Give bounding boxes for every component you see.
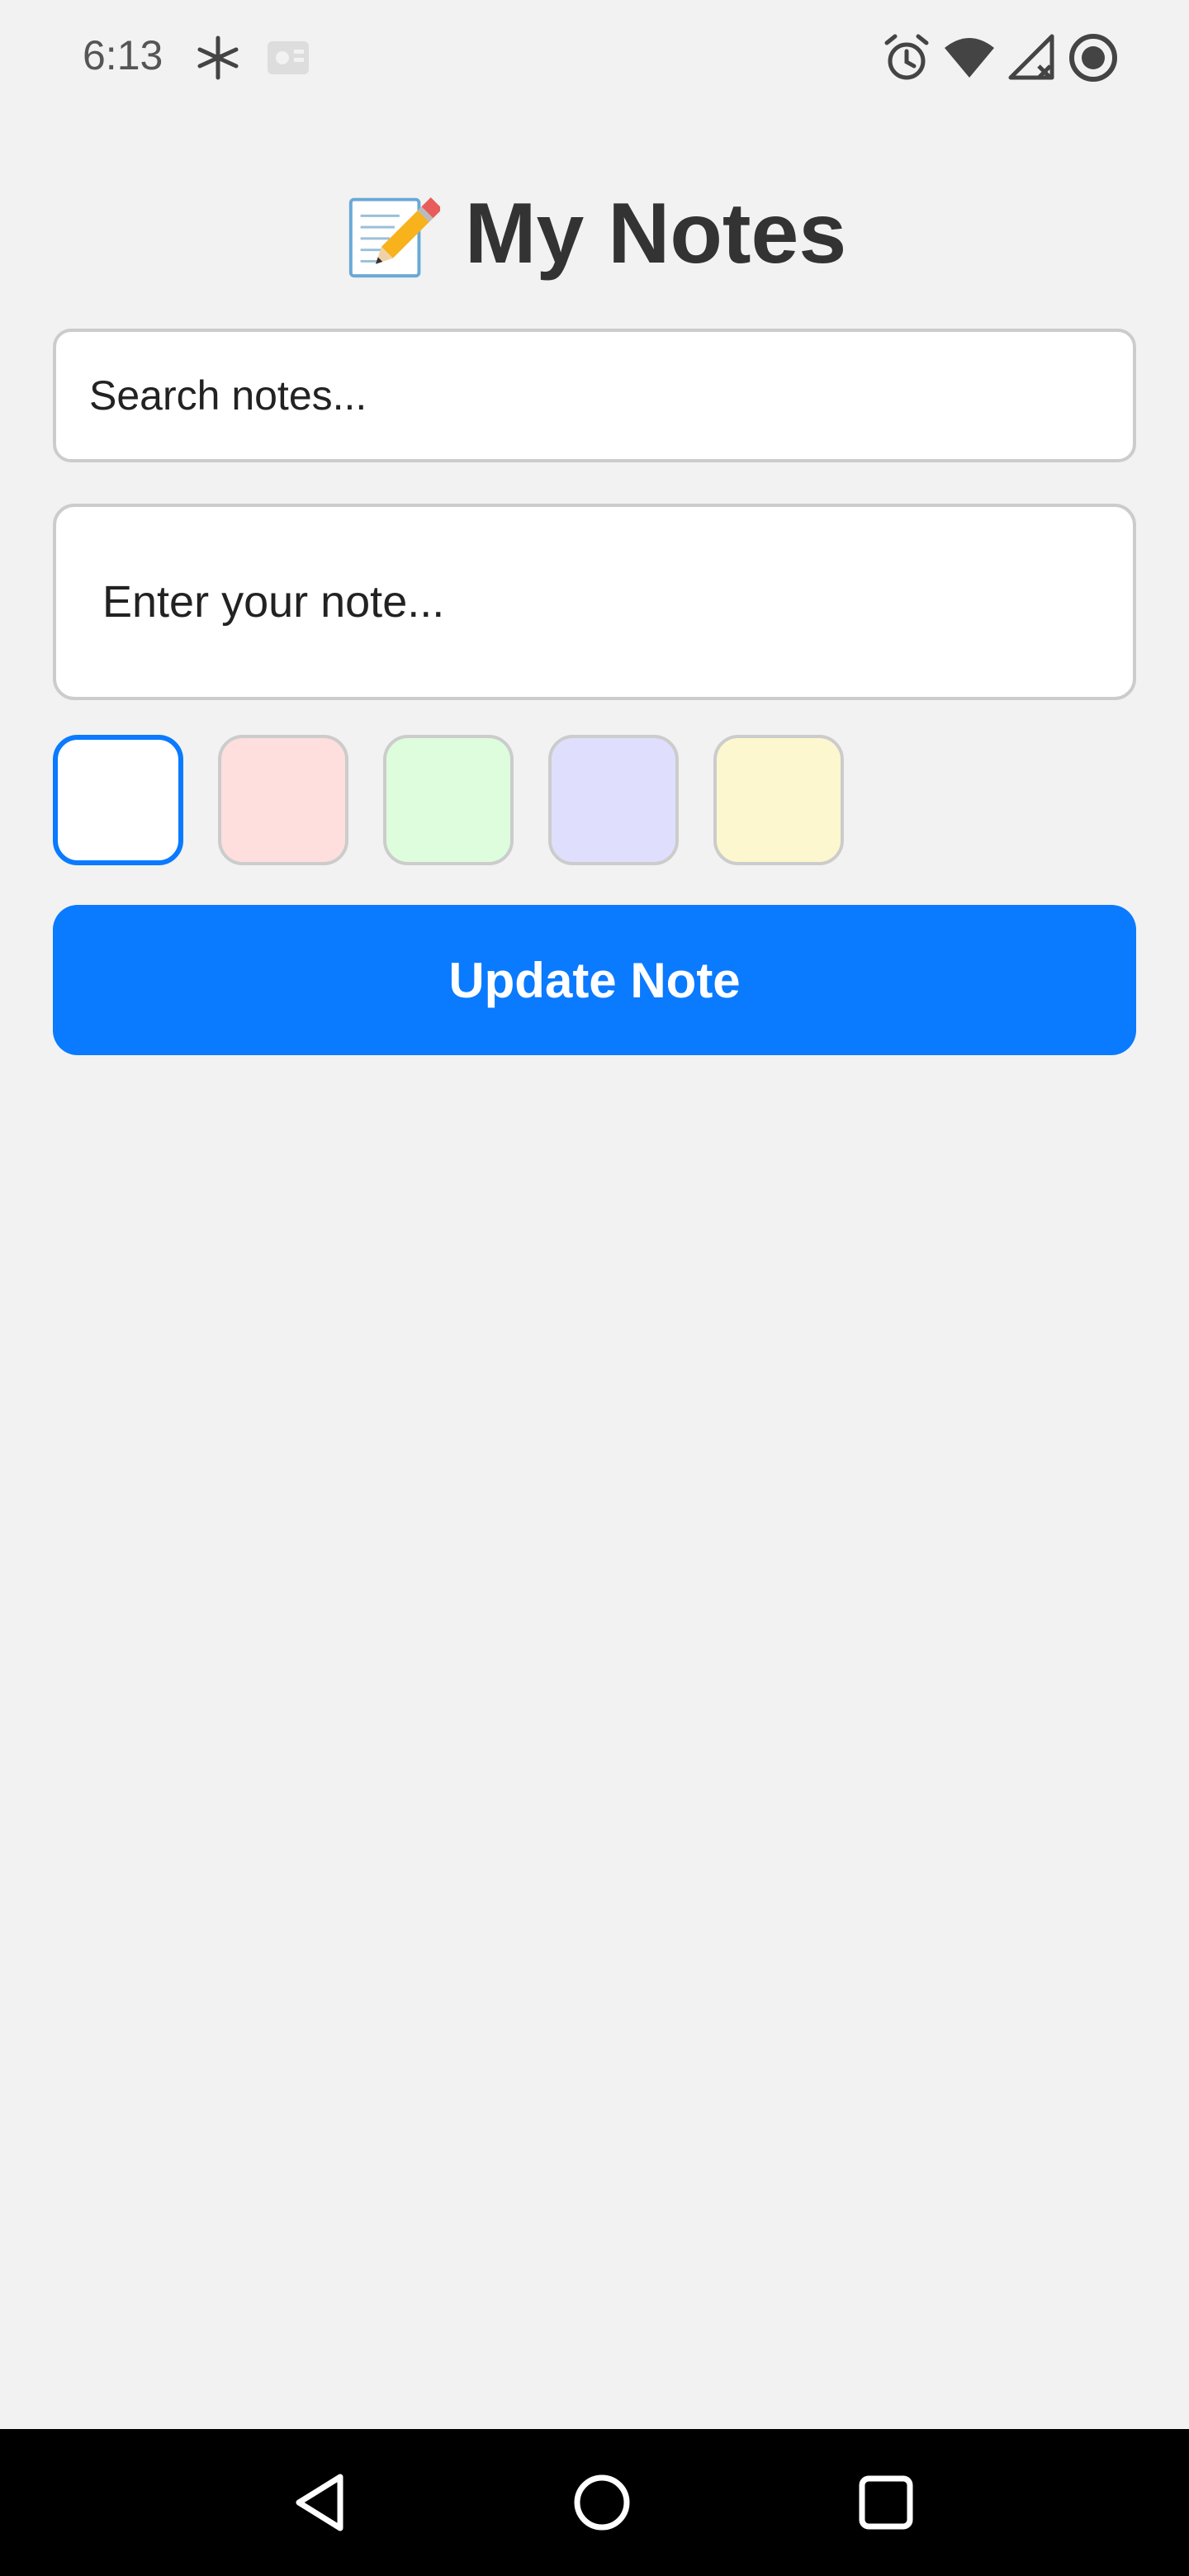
status-time: 6:13 — [83, 32, 163, 78]
back-icon[interactable] — [286, 2467, 357, 2538]
sparkle-icon — [192, 31, 244, 84]
color-swatch-yellow[interactable] — [713, 735, 844, 865]
notification-icon — [263, 31, 315, 84]
status-bar: 6:13 — [0, 0, 1189, 124]
wifi-icon — [943, 31, 996, 84]
note-input[interactable] — [53, 504, 1136, 700]
color-swatch-green[interactable] — [383, 735, 514, 865]
update-note-button[interactable]: Update Note — [53, 905, 1136, 1055]
color-swatch-red[interactable] — [218, 735, 348, 865]
navigation-bar — [0, 2429, 1189, 2576]
color-swatch-blue[interactable] — [548, 735, 679, 865]
recents-icon[interactable] — [850, 2467, 921, 2538]
record-icon — [1067, 31, 1120, 84]
color-swatch-white[interactable] — [53, 735, 183, 865]
color-picker — [53, 735, 879, 865]
page-title: My Notes — [464, 185, 847, 282]
memo-pencil-icon — [343, 185, 440, 282]
home-icon[interactable] — [566, 2467, 637, 2538]
cellular-no-signal-icon — [1006, 31, 1059, 84]
search-input[interactable] — [53, 329, 1136, 462]
app-header: My Notes — [0, 180, 1189, 287]
alarm-icon — [880, 31, 933, 84]
